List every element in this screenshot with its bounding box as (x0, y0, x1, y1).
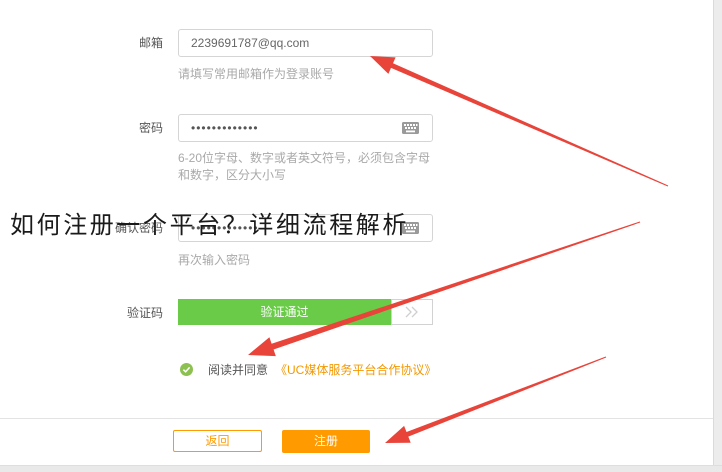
keyboard-icon[interactable] (402, 122, 419, 134)
registration-page: 邮箱 请填写常用邮箱作为登录账号 密码 6-20位字母、数字或者英文符号，必须包 (0, 0, 722, 472)
email-field[interactable] (178, 29, 433, 57)
email-input[interactable] (179, 30, 432, 56)
captcha-label: 验证码 (126, 306, 163, 320)
confirm-password-hint: 再次输入密码 (178, 253, 251, 267)
email-label: 邮箱 (138, 36, 163, 50)
password-hint-line-2: 和数字，区分大小写 (178, 168, 287, 182)
agreement-row: 阅读并同意 《UC媒体服务平台合作协议》 (180, 361, 436, 377)
right-page-edge (713, 0, 722, 472)
back-button[interactable]: 返回 (173, 430, 262, 452)
password-field[interactable] (178, 114, 433, 142)
captcha-slider-handle[interactable] (391, 299, 433, 325)
captcha-slider[interactable]: 验证通过 (178, 299, 433, 325)
footer-divider (0, 418, 713, 419)
agreement-link[interactable]: 《UC媒体服务平台合作协议》 (275, 361, 436, 378)
password-input[interactable] (179, 115, 432, 141)
bottom-page-edge (0, 465, 722, 472)
email-hint: 请填写常用邮箱作为登录账号 (178, 67, 335, 81)
overlay-title: 如何注册一个平台？详细流程解析 (10, 211, 409, 239)
double-chevron-right-icon (405, 306, 418, 318)
agreement-text: 阅读并同意 (208, 362, 269, 377)
password-hint: 6-20位字母、数字或者英文符号，必须包含字母 和数字，区分大小写 (178, 150, 430, 184)
captcha-status: 验证通过 (178, 299, 391, 325)
register-button[interactable]: 注册 (282, 430, 370, 453)
check-circle-icon[interactable] (180, 362, 193, 376)
password-hint-line-1: 6-20位字母、数字或者英文符号，必须包含字母 (178, 151, 431, 165)
password-label: 密码 (138, 121, 163, 135)
